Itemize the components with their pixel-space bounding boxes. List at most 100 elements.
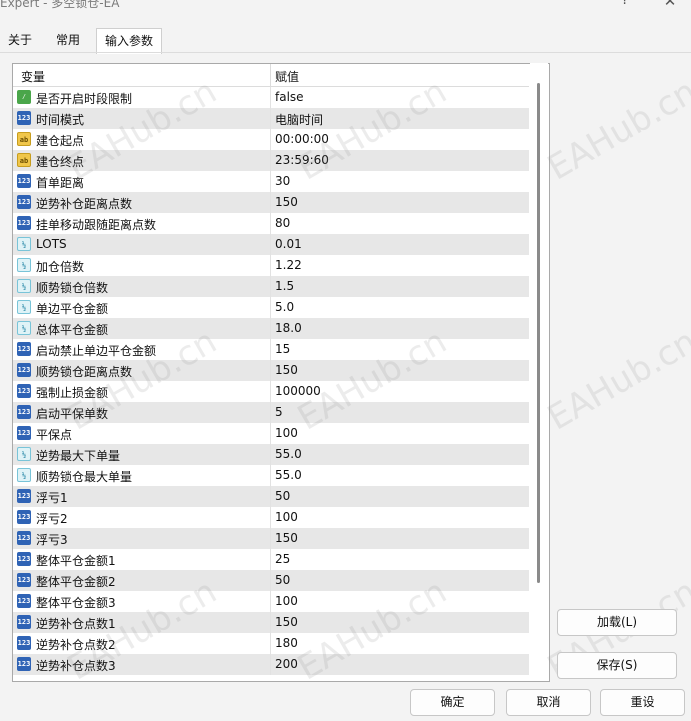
param-value[interactable]: false (275, 90, 304, 104)
table-row[interactable]: 123 首单距离 30 (13, 171, 529, 192)
table-row[interactable]: ⁄ 是否开启时段限制 false (13, 87, 529, 108)
column-divider (270, 465, 271, 486)
reset-button[interactable]: 重设 (600, 689, 685, 716)
param-value[interactable]: 1.22 (275, 258, 302, 272)
param-value[interactable]: 1.5 (275, 279, 294, 293)
param-value[interactable]: 50 (275, 573, 290, 587)
param-name: 整体平仓金额2 (36, 575, 116, 589)
tab-about[interactable]: 关于 (0, 28, 40, 52)
param-name: 逆势补仓距离点数 (36, 197, 133, 211)
integer-type-icon: 123 (17, 531, 31, 545)
param-value[interactable]: 5 (275, 405, 283, 419)
table-row[interactable]: ab 建仓起点 00:00:00 (13, 129, 529, 150)
column-divider (270, 381, 271, 402)
integer-type-icon: 123 (17, 384, 31, 398)
table-row[interactable]: ½ 总体平仓金额 18.0 (13, 318, 529, 339)
table-row[interactable]: 123 逆势补仓点数2 180 (13, 633, 529, 654)
table-row[interactable]: 123 浮亏3 150 (13, 528, 529, 549)
param-name: 启动平保单数 (36, 407, 109, 421)
double-type-icon: ½ (17, 468, 31, 482)
param-value[interactable]: 23:59:60 (275, 153, 329, 167)
cancel-button[interactable]: 取消 (506, 689, 591, 716)
param-value[interactable]: 100 (275, 426, 298, 440)
param-value[interactable]: 180 (275, 636, 298, 650)
column-divider (270, 150, 271, 171)
integer-type-icon: 123 (17, 657, 31, 671)
load-button[interactable]: 加载(L) (557, 609, 677, 636)
table-row[interactable]: 123 浮亏2 100 (13, 507, 529, 528)
param-value[interactable]: 100 (275, 510, 298, 524)
table-row[interactable]: 123 逆势补仓距离点数 150 (13, 192, 529, 213)
param-value[interactable]: 100 (275, 594, 298, 608)
param-value[interactable]: 电脑时间 (275, 111, 323, 128)
bool-type-icon: ⁄ (17, 90, 31, 104)
double-type-icon: ½ (17, 279, 31, 293)
param-name: 逆势补仓点数2 (36, 638, 116, 652)
column-divider (270, 339, 271, 360)
column-divider (270, 171, 271, 192)
param-name: 逆势最大下单量 (36, 449, 121, 463)
param-name: 建仓终点 (36, 155, 85, 169)
window-title: Expert - 多空锁仓-EA (0, 0, 120, 10)
param-value[interactable]: 50 (275, 489, 290, 503)
ok-button[interactable]: 确定 (410, 689, 495, 716)
param-value[interactable]: 150 (275, 195, 298, 209)
table-row[interactable]: 123 平保点 100 (13, 423, 529, 444)
param-value[interactable]: 55.0 (275, 468, 302, 482)
table-row[interactable]: 123 整体平仓金额3 100 (13, 591, 529, 612)
grid-scrollbar[interactable] (530, 63, 548, 680)
integer-type-icon: 123 (17, 594, 31, 608)
param-name: LOTS (36, 237, 67, 251)
param-value[interactable]: 100000 (275, 384, 321, 398)
table-row[interactable]: 123 整体平仓金额1 25 (13, 549, 529, 570)
table-row[interactable]: 123 顺势锁仓距离点数 150 (13, 360, 529, 381)
param-value[interactable]: 18.0 (275, 321, 302, 335)
param-value[interactable]: 55.0 (275, 447, 302, 461)
table-row[interactable]: 123 挂单移动跟随距离点数 80 (13, 213, 529, 234)
table-row[interactable]: 123 整体平仓金额2 50 (13, 570, 529, 591)
table-row[interactable]: ½ 顺势锁仓最大单量 55.0 (13, 465, 529, 486)
integer-type-icon: 123 (17, 195, 31, 209)
table-row[interactable]: ½ 加仓倍数 1.22 (13, 255, 529, 276)
table-row[interactable]: ½ 逆势最大下单量 55.0 (13, 444, 529, 465)
parameters-grid[interactable]: 变量 赋值 ⁄ 是否开启时段限制 false 123 时间模式 电脑时间 ab 建仓起点 00:… (12, 63, 550, 682)
integer-type-icon: 123 (17, 363, 31, 377)
param-name: 加仓倍数 (36, 260, 85, 274)
help-icon[interactable]: ? (610, 0, 640, 14)
integer-type-icon: 123 (17, 174, 31, 188)
close-icon[interactable]: ✕ (655, 0, 685, 14)
table-row[interactable]: 123 强制止损金额 100000 (13, 381, 529, 402)
save-button[interactable]: 保存(S) (557, 652, 677, 679)
tab-common[interactable]: 常用 (48, 28, 88, 52)
table-row[interactable]: 123 逆势补仓点数1 150 (13, 612, 529, 633)
param-name: 顺势锁仓距离点数 (36, 365, 133, 379)
table-row[interactable]: 123 启动禁止单边平仓金额 15 (13, 339, 529, 360)
param-value[interactable]: 5.0 (275, 300, 294, 314)
param-value[interactable]: 150 (275, 615, 298, 629)
param-value[interactable]: 150 (275, 363, 298, 377)
param-value[interactable]: 30 (275, 174, 290, 188)
table-row[interactable]: 123 逆势补仓点数3 200 (13, 654, 529, 675)
param-name: 浮亏3 (36, 533, 68, 547)
scroll-thumb[interactable] (537, 83, 540, 583)
param-value[interactable]: 15 (275, 342, 290, 356)
table-row[interactable]: 123 启动平保单数 5 (13, 402, 529, 423)
tab-inputs[interactable]: 输入参数 (96, 28, 163, 54)
table-row[interactable]: ½ LOTS 0.01 (13, 234, 529, 255)
table-row[interactable]: ½ 顺势锁仓倍数 1.5 (13, 276, 529, 297)
param-value[interactable]: 0.01 (275, 237, 302, 251)
header-variable[interactable]: 变量 (21, 68, 45, 85)
param-value[interactable]: 80 (275, 216, 290, 230)
param-value[interactable]: 150 (275, 531, 298, 545)
double-type-icon: ½ (17, 300, 31, 314)
table-row[interactable]: ab 建仓终点 23:59:60 (13, 150, 529, 171)
table-row[interactable]: 123 浮亏1 50 (13, 486, 529, 507)
table-row[interactable]: 123 时间模式 电脑时间 (13, 108, 529, 129)
table-row[interactable]: ½ 单边平仓金额 5.0 (13, 297, 529, 318)
param-value[interactable]: 25 (275, 552, 290, 566)
header-value[interactable]: 赋值 (275, 68, 299, 85)
grid-header: 变量 赋值 (13, 64, 529, 87)
param-value[interactable]: 200 (275, 657, 298, 671)
column-divider (270, 234, 271, 255)
param-value[interactable]: 00:00:00 (275, 132, 329, 146)
